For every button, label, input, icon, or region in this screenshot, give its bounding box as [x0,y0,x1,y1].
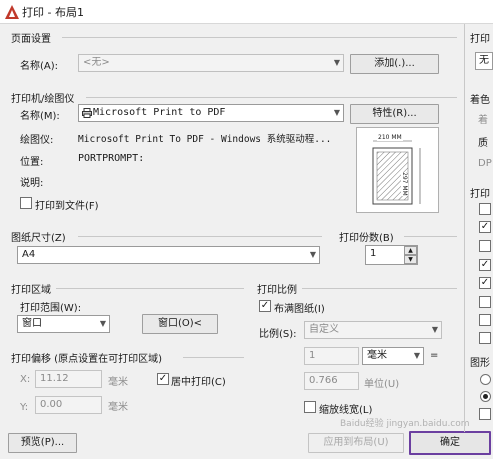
plot-range-select[interactable]: 窗口 ▼ [17,315,110,333]
right-upside-down-checkbox[interactable] [479,408,491,420]
paper-size-section-title: 图纸尺寸(Z) [11,233,66,244]
printer-name-value: Microsoft Print to PDF [93,107,226,118]
copies-up-icon[interactable]: ▲ [404,246,417,255]
chevron-down-icon: ▼ [333,58,340,67]
plot-area-section-title: 打印区域 [11,285,51,296]
page-setup-name-select[interactable]: <无> ▼ [78,54,344,72]
copies-down-icon[interactable]: ▼ [404,255,417,264]
paper-preview: 210 MM 297 MM [356,127,439,213]
scale-select[interactable]: 自定义 ▼ [304,321,442,339]
paper-size-select[interactable]: A4 ▼ [17,246,320,264]
page-setup-name-value: <无> [83,57,110,68]
right-option-checkbox-1[interactable] [479,203,491,215]
offset-x-label: X: [20,374,31,385]
right-shade-sub-label: 着 [478,115,488,126]
preview-button[interactable]: 预览(P)... [8,433,77,453]
right-orientation-label: 图形 [470,358,490,369]
right-shade-label: 着色 [470,95,490,106]
printer-name-label: 名称(M): [20,111,60,122]
scale-unit-select[interactable]: 毫米 ▼ [362,347,424,365]
plot-range-value: 窗口 [22,318,42,329]
right-option-checkbox-3[interactable] [479,240,491,252]
chevron-down-icon: ▼ [309,250,316,259]
printer-properties-button[interactable]: 特性(R)... [350,104,439,124]
copies-value: 1 [370,248,377,259]
right-style-value: 无 [479,55,489,66]
scale-value2: 0.766 [309,375,338,386]
right-option-checkbox-4[interactable]: ✓ [479,259,491,271]
printer-name-select[interactable]: Microsoft Print to PDF ▼ [78,104,344,122]
right-orientation-radio-1[interactable] [480,374,491,385]
paper-size-value: A4 [22,249,36,260]
fit-paper-label: 布满图纸(I) [274,304,325,315]
scale-value2-input[interactable]: 0.766 [304,372,359,390]
chevron-down-icon: ▼ [99,319,106,328]
add-page-setup-button[interactable]: 添加(.)... [350,54,439,74]
right-options-label: 打印 [470,189,490,200]
scale-unit-value: 毫米 [367,350,387,361]
offset-y-value: 0.00 [40,399,63,410]
scale-value1-input[interactable]: 1 [304,347,359,365]
offset-x-input[interactable]: 11.12 [35,370,102,388]
plot-window-button[interactable]: 窗口(O)< [142,314,218,334]
ok-button[interactable]: 确定 [409,431,491,455]
chevron-down-icon: ▼ [333,108,340,117]
right-print-label: 打印 [470,34,490,45]
printer-icon [82,108,92,118]
offset-x-value: 11.12 [40,373,69,384]
copies-section-title: 打印份数(B) [339,233,394,244]
location-label: 位置: [20,157,44,168]
window-title: 打印 - 布局1 [22,6,84,19]
chevron-down-icon: ▼ [431,325,438,334]
plot-offset-section-title: 打印偏移 (原点设置在可打印区域) [11,354,162,365]
right-dpi-label: DP [478,158,492,169]
right-orientation-radio-2[interactable] [480,391,491,402]
fit-paper-checkbox[interactable]: ✓ [259,300,271,312]
apply-to-layout-button[interactable]: 应用到布局(U) [308,433,404,453]
page-setup-name-label: 名称(A): [20,61,59,72]
right-option-checkbox-2[interactable]: ✓ [479,221,491,233]
scale-equals: = [430,350,439,361]
right-option-checkbox-7[interactable] [479,314,491,326]
scale-lineweights-label: 缩放线宽(L) [319,405,373,416]
scale-lineweights-checkbox[interactable] [304,401,316,413]
page-setup-section-title: 页面设置 [11,34,51,45]
right-quality-label: 质 [478,138,488,149]
right-option-checkbox-5[interactable]: ✓ [479,277,491,289]
watermark: Baidu经验 jingyan.baidu.com [340,419,470,429]
scale-unit-label: 单位(U) [364,379,400,390]
preview-width-label: 210 MM [377,134,403,141]
plot-range-label: 打印范围(W): [20,303,82,314]
scale-value: 自定义 [309,324,339,335]
right-option-checkbox-8[interactable] [479,332,491,344]
preview-height-label: 297 MM [401,172,408,196]
center-plot-label: 居中打印(C) [171,377,226,388]
description-label: 说明: [20,178,44,189]
center-plot-checkbox[interactable]: ✓ [157,373,169,385]
plotter-value: Microsoft Print To PDF - Windows 系统驱动程..… [78,134,332,145]
plotter-label: 绘图仪: [20,135,54,146]
offset-y-input[interactable]: 0.00 [35,396,102,414]
right-option-checkbox-6[interactable] [479,296,491,308]
print-to-file-label: 打印到文件(F) [35,201,99,212]
offset-y-label: Y: [20,402,29,413]
offset-y-unit: 毫米 [108,402,128,413]
scale-label: 比例(S): [259,329,297,340]
printer-section-title: 打印机/绘图仪 [11,94,75,105]
print-to-file-checkbox[interactable] [20,197,32,209]
right-style-select[interactable]: 无 [475,52,493,70]
autocad-logo-icon [5,5,19,19]
scale-value1: 1 [309,350,316,361]
chevron-down-icon: ▼ [413,351,420,360]
offset-x-unit: 毫米 [108,377,128,388]
plot-scale-section-title: 打印比例 [257,285,297,296]
location-value: PORTPROMPT: [78,153,145,164]
